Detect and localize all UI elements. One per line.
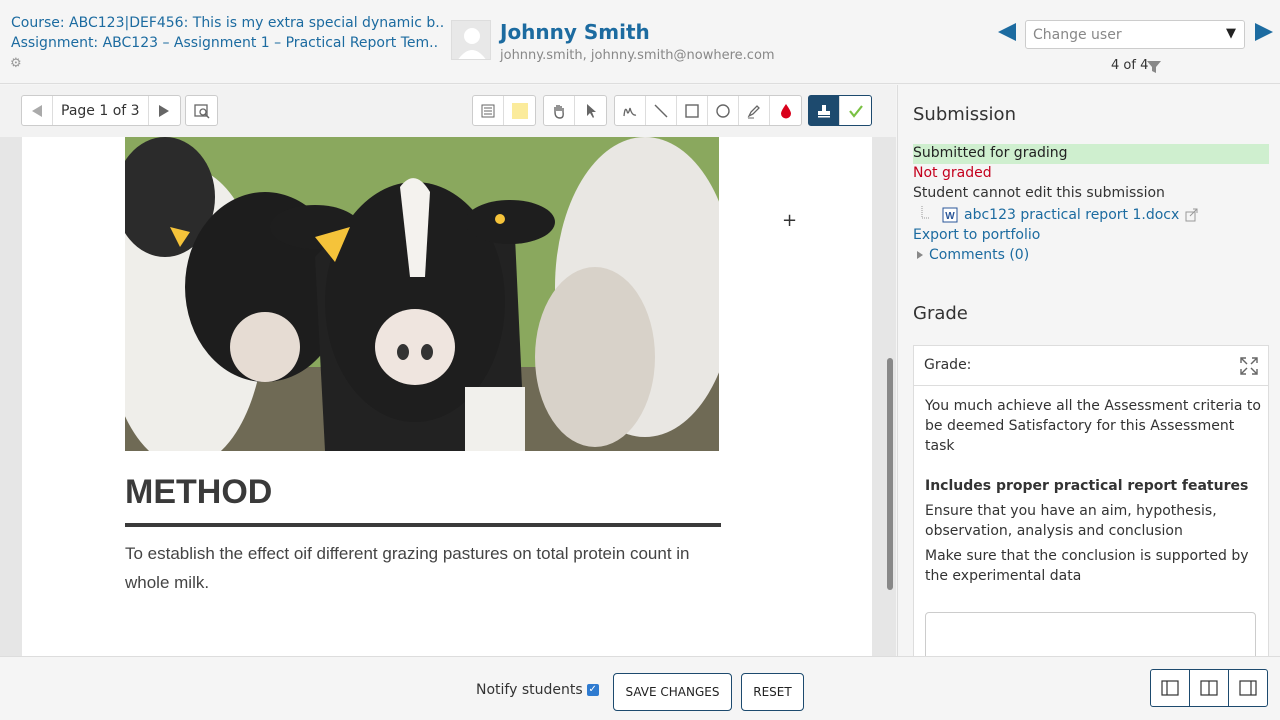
collapse-grade-panel-icon[interactable] — [1229, 670, 1267, 706]
marking-guide-intro: You much achieve all the Assessment crit… — [925, 398, 1261, 454]
submission-status: Submitted for grading — [913, 144, 1269, 164]
search-comments-group — [185, 95, 218, 126]
svg-text:W: W — [945, 211, 955, 222]
comments-label: Comments (0) — [929, 247, 1030, 263]
edit-status: Student cannot edit this submission — [913, 185, 1165, 201]
search-comments-icon[interactable] — [186, 96, 217, 125]
fullscreen-expand-icon[interactable] — [1240, 357, 1258, 375]
grading-status: Not graded — [913, 165, 992, 181]
previous-page-button[interactable] — [22, 96, 53, 125]
layout-switcher — [1150, 669, 1268, 707]
criterion-description-1: Ensure that you have an aim, hypothesis,… — [925, 503, 1217, 539]
stamp-tick-icon[interactable] — [840, 96, 871, 125]
change-user-select[interactable]: Change user ▼ — [1025, 20, 1245, 49]
comment-color-icon[interactable] — [504, 96, 535, 125]
collapse-review-panel-icon[interactable] — [1151, 670, 1190, 706]
pen-icon[interactable] — [615, 96, 646, 125]
default-layout-icon[interactable] — [1190, 670, 1229, 706]
navigation-tools — [543, 95, 607, 126]
select-pointer-icon[interactable] — [575, 96, 606, 125]
notify-students[interactable]: Notify students ✓ — [476, 682, 599, 698]
criterion-remark-input[interactable] — [925, 612, 1256, 656]
filter-icon[interactable] — [1146, 59, 1162, 73]
reset-button[interactable]: RESET — [741, 673, 804, 711]
course-link[interactable]: Course: ABC123|DEF456: This is my extra … — [11, 15, 444, 31]
highlight-icon[interactable] — [739, 96, 770, 125]
viewer-scrollbar-thumb[interactable] — [887, 358, 893, 590]
tree-connector-icon — [921, 206, 930, 219]
pan-hand-icon[interactable] — [544, 96, 575, 125]
gear-icon[interactable]: ⚙ — [10, 57, 23, 70]
marking-guide: You much achieve all the Assessment crit… — [925, 396, 1261, 591]
export-to-portfolio-link[interactable]: Export to portfolio — [913, 227, 1040, 243]
assignment-link[interactable]: Assignment: ABC123 – Assignment 1 – Prac… — [11, 35, 438, 51]
annotation-colour-icon[interactable] — [770, 96, 801, 125]
next-page-button[interactable] — [149, 96, 180, 125]
portfolio-export-icon[interactable] — [1185, 208, 1199, 222]
notify-students-checkbox[interactable]: ✓ — [586, 684, 599, 696]
header: Course: ABC123|DEF456: This is my extra … — [0, 0, 1280, 84]
crosshair-cursor-icon: + — [782, 210, 798, 231]
file-link[interactable]: abc123 practical report 1.docx — [964, 207, 1179, 223]
oval-icon[interactable] — [708, 96, 739, 125]
drawing-tools — [614, 95, 802, 126]
user-email: johnny.smith, johnny.smith@nowhere.com — [500, 48, 775, 63]
line-icon[interactable] — [646, 96, 677, 125]
comment-tools — [472, 95, 536, 126]
grade-heading: Grade — [913, 303, 968, 324]
avatar — [451, 20, 491, 60]
rectangle-icon[interactable] — [677, 96, 708, 125]
grade-divider — [914, 385, 1268, 386]
page-select[interactable]: Page 1 of 3 — [53, 96, 149, 125]
heading-divider — [125, 523, 721, 527]
user-name[interactable]: Johnny Smith — [500, 20, 650, 44]
annotation-toolbar: Page 1 of 3 — [0, 85, 896, 137]
change-user-placeholder: Change user — [1033, 27, 1122, 43]
notify-students-label: Notify students — [476, 682, 583, 698]
criterion-description-2: Make sure that the conclusion is support… — [925, 548, 1249, 584]
grade-form: Grade: You much achieve all the Assessme… — [913, 345, 1269, 656]
user-count: 4 of 4 — [1111, 58, 1149, 73]
grading-panel: Submission Submitted for grading Not gra… — [897, 85, 1280, 656]
stamp-tools — [808, 95, 872, 126]
word-document-icon: W — [942, 207, 958, 223]
next-user-arrow-icon[interactable] — [1253, 21, 1275, 43]
criterion-title: Includes proper practical report feature… — [925, 478, 1249, 494]
method-text: To establish the effect oif different gr… — [125, 544, 690, 592]
stamp-icon[interactable] — [809, 96, 840, 125]
expand-arrow-icon — [917, 251, 923, 259]
comment-icon[interactable] — [473, 96, 504, 125]
submitted-file: W abc123 practical report 1.docx — [920, 205, 1199, 225]
previous-user-arrow-icon[interactable] — [996, 21, 1018, 43]
submission-heading: Submission — [913, 104, 1016, 125]
cows-image — [125, 137, 719, 451]
method-heading: METHOD — [125, 473, 273, 511]
save-changes-button[interactable]: SAVE CHANGES — [613, 673, 732, 711]
document-page[interactable]: METHOD To establish the effect oif diffe… — [22, 137, 872, 656]
footer: Notify students ✓ SAVE CHANGES RESET — [0, 656, 1280, 720]
grade-label: Grade: — [924, 357, 972, 373]
dropdown-arrow-icon: ▼ — [1226, 26, 1236, 41]
document-viewer: Page 1 of 3 METHOD To establish the effe… — [0, 85, 896, 656]
page-navigation: Page 1 of 3 — [21, 95, 181, 126]
comments-toggle[interactable]: Comments (0) — [916, 247, 1029, 263]
